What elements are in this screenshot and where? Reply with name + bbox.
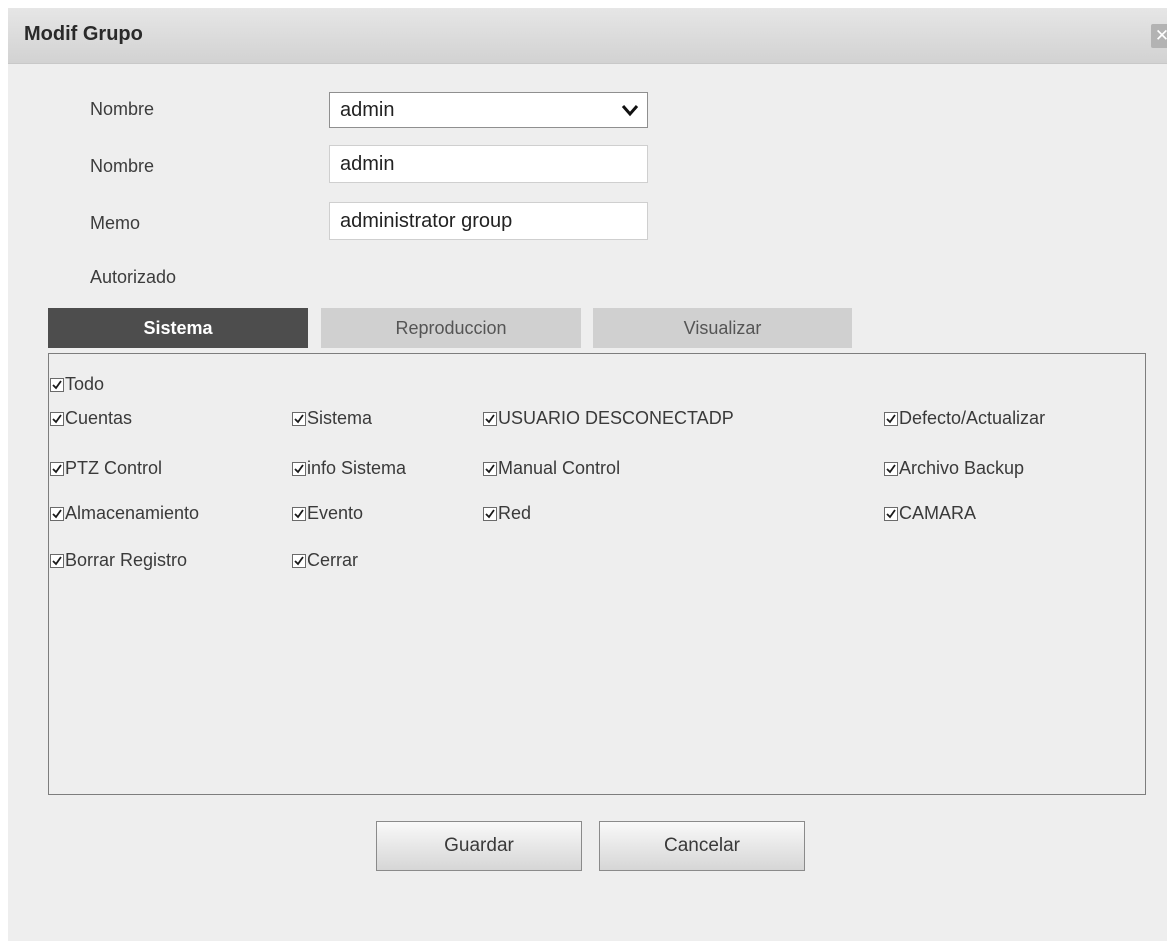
perm-manual-control[interactable]: Manual Control bbox=[483, 458, 620, 479]
perm-label: Almacenamiento bbox=[65, 503, 200, 523]
tab-sistema[interactable]: Sistema bbox=[48, 308, 308, 348]
check-icon bbox=[884, 506, 898, 521]
group-select-value: admin bbox=[340, 99, 395, 121]
perm-label: Cerrar bbox=[307, 550, 359, 570]
perm-label: info Sistema bbox=[307, 458, 407, 478]
check-icon bbox=[292, 506, 306, 521]
perm-label: Defecto/Actualizar bbox=[899, 408, 1046, 428]
check-icon bbox=[884, 461, 898, 476]
perm-cuentas[interactable]: Cuentas bbox=[50, 408, 132, 429]
save-button[interactable]: Guardar bbox=[376, 821, 582, 871]
perm-label: Manual Control bbox=[498, 458, 621, 478]
perm-camara[interactable]: CAMARA bbox=[884, 503, 976, 524]
check-icon bbox=[483, 461, 497, 476]
close-icon[interactable]: ✕ bbox=[1151, 24, 1167, 48]
name-label: Nombre bbox=[90, 156, 155, 176]
check-icon bbox=[50, 461, 64, 476]
perm-label: PTZ Control bbox=[65, 458, 163, 478]
tab-visualizar[interactable]: Visualizar bbox=[593, 308, 852, 348]
perm-label: Red bbox=[498, 503, 532, 523]
perm-almacenamiento[interactable]: Almacenamiento bbox=[50, 503, 199, 524]
perm-defecto-actualizar[interactable]: Defecto/Actualizar bbox=[884, 408, 1045, 429]
check-icon bbox=[292, 411, 306, 426]
modif-grupo-dialog: Modif Grupo ✕ Nombre admin Nombre Memo A… bbox=[8, 8, 1167, 941]
perm-label: Borrar Registro bbox=[65, 550, 188, 570]
perm-borrar-registro[interactable]: Borrar Registro bbox=[50, 550, 187, 571]
check-icon bbox=[50, 411, 64, 426]
check-icon bbox=[292, 461, 306, 476]
check-icon bbox=[884, 411, 898, 426]
cancel-button[interactable]: Cancelar bbox=[599, 821, 805, 871]
check-icon bbox=[483, 506, 497, 521]
check-icon bbox=[483, 411, 497, 426]
perm-label: Cuentas bbox=[65, 408, 133, 428]
check-icon bbox=[50, 553, 64, 568]
dialog-titlebar: Modif Grupo ✕ bbox=[8, 8, 1167, 64]
perm-label: CAMARA bbox=[899, 503, 977, 523]
dialog-title: Modif Grupo bbox=[24, 23, 143, 45]
perm-red[interactable]: Red bbox=[483, 503, 531, 524]
check-icon bbox=[292, 553, 306, 568]
permissions-panel: Todo Cuentas Sistema USUARIO DESCONECTAD… bbox=[48, 353, 1146, 795]
perm-cerrar[interactable]: Cerrar bbox=[292, 550, 358, 571]
name-input[interactable] bbox=[329, 145, 648, 183]
memo-input[interactable] bbox=[329, 202, 648, 240]
chevron-down-icon bbox=[621, 105, 639, 117]
perm-label: USUARIO DESCONECTADP bbox=[498, 408, 734, 428]
memo-label: Memo bbox=[90, 213, 141, 233]
check-icon bbox=[50, 377, 64, 392]
group-select[interactable]: admin bbox=[329, 92, 648, 128]
tab-reproduccion[interactable]: Reproduccion bbox=[321, 308, 581, 348]
perm-evento[interactable]: Evento bbox=[292, 503, 363, 524]
perm-label: Archivo Backup bbox=[899, 458, 1025, 478]
authorized-label: Autorizado bbox=[90, 267, 177, 287]
perm-info-sistema[interactable]: info Sistema bbox=[292, 458, 406, 479]
perm-sistema[interactable]: Sistema bbox=[292, 408, 372, 429]
perm-ptz-control[interactable]: PTZ Control bbox=[50, 458, 162, 479]
perm-archivo-backup[interactable]: Archivo Backup bbox=[884, 458, 1024, 479]
perm-label: Sistema bbox=[307, 408, 373, 428]
perm-usuario-desconectadp[interactable]: USUARIO DESCONECTADP bbox=[483, 408, 734, 429]
perm-label: Evento bbox=[307, 503, 364, 523]
group-select-label: Nombre bbox=[90, 99, 155, 119]
perm-todo[interactable]: Todo bbox=[50, 374, 104, 395]
perm-label: Todo bbox=[65, 374, 105, 394]
check-icon bbox=[50, 506, 64, 521]
